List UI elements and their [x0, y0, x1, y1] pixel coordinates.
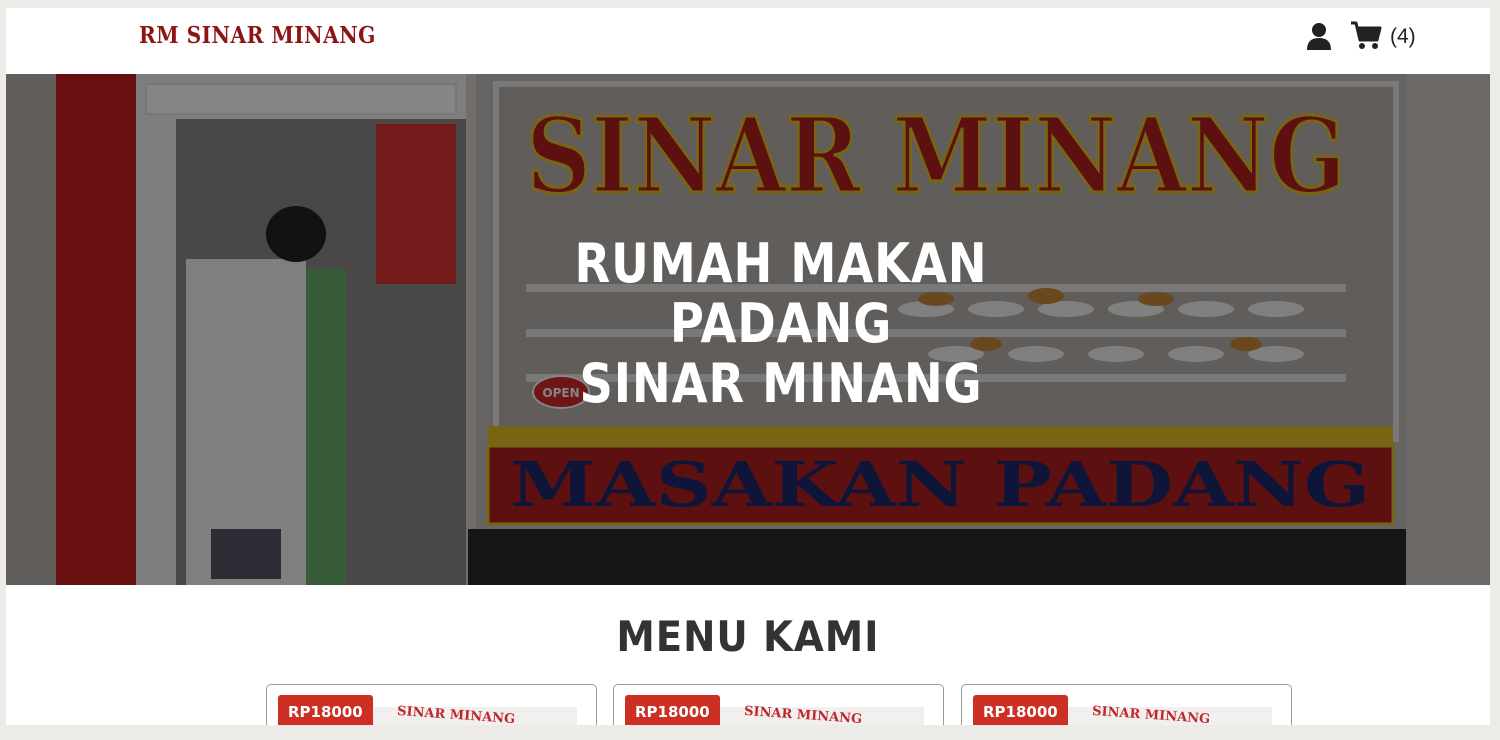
- price-badge: RP18000: [973, 695, 1068, 725]
- navbar: RM SINAR MINANG (4): [6, 8, 1490, 74]
- cart-count[interactable]: (4): [1390, 25, 1416, 49]
- menu-card[interactable]: SINAR MINANG RP18000: [613, 684, 944, 725]
- hero-title: RUMAH MAKAN PADANG SINAR MINANG: [526, 234, 1036, 414]
- menu-card[interactable]: SINAR MINANG RP18000: [961, 684, 1292, 725]
- hero-banner: SINAR MINANG OPEN MASAKAN PADANG RUMAH M…: [6, 74, 1490, 585]
- menu-card[interactable]: SINAR MINANG RP18000: [266, 684, 597, 725]
- menu-card-image[interactable]: SINAR MINANG: [714, 703, 924, 725]
- menu-heading-text: MENU KAMI: [616, 612, 880, 661]
- hero-title-line-2: PADANG: [669, 292, 893, 355]
- hero-title-line-1: RUMAH MAKAN: [574, 232, 988, 295]
- menu-card-image-logo: SINAR MINANG: [1091, 703, 1211, 725]
- price-badge: RP18000: [278, 695, 373, 725]
- price-badge: RP18000: [625, 695, 720, 725]
- user-icon[interactable]: [1306, 22, 1332, 50]
- cart-icon[interactable]: [1350, 20, 1382, 50]
- page: RM SINAR MINANG (4) SINAR MINANG OPEN MA…: [6, 8, 1490, 725]
- menu-card-image[interactable]: SINAR MINANG: [367, 703, 577, 725]
- brand-logo[interactable]: RM SINAR MINANG: [139, 22, 376, 49]
- menu-card-image[interactable]: SINAR MINANG: [1062, 703, 1272, 725]
- menu-card-image-logo: SINAR MINANG: [743, 703, 863, 725]
- menu-card-image-logo: SINAR MINANG: [396, 703, 516, 725]
- menu-heading: MENU KAMI: [6, 612, 1490, 661]
- hero-title-line-3: SINAR MINANG: [579, 352, 983, 415]
